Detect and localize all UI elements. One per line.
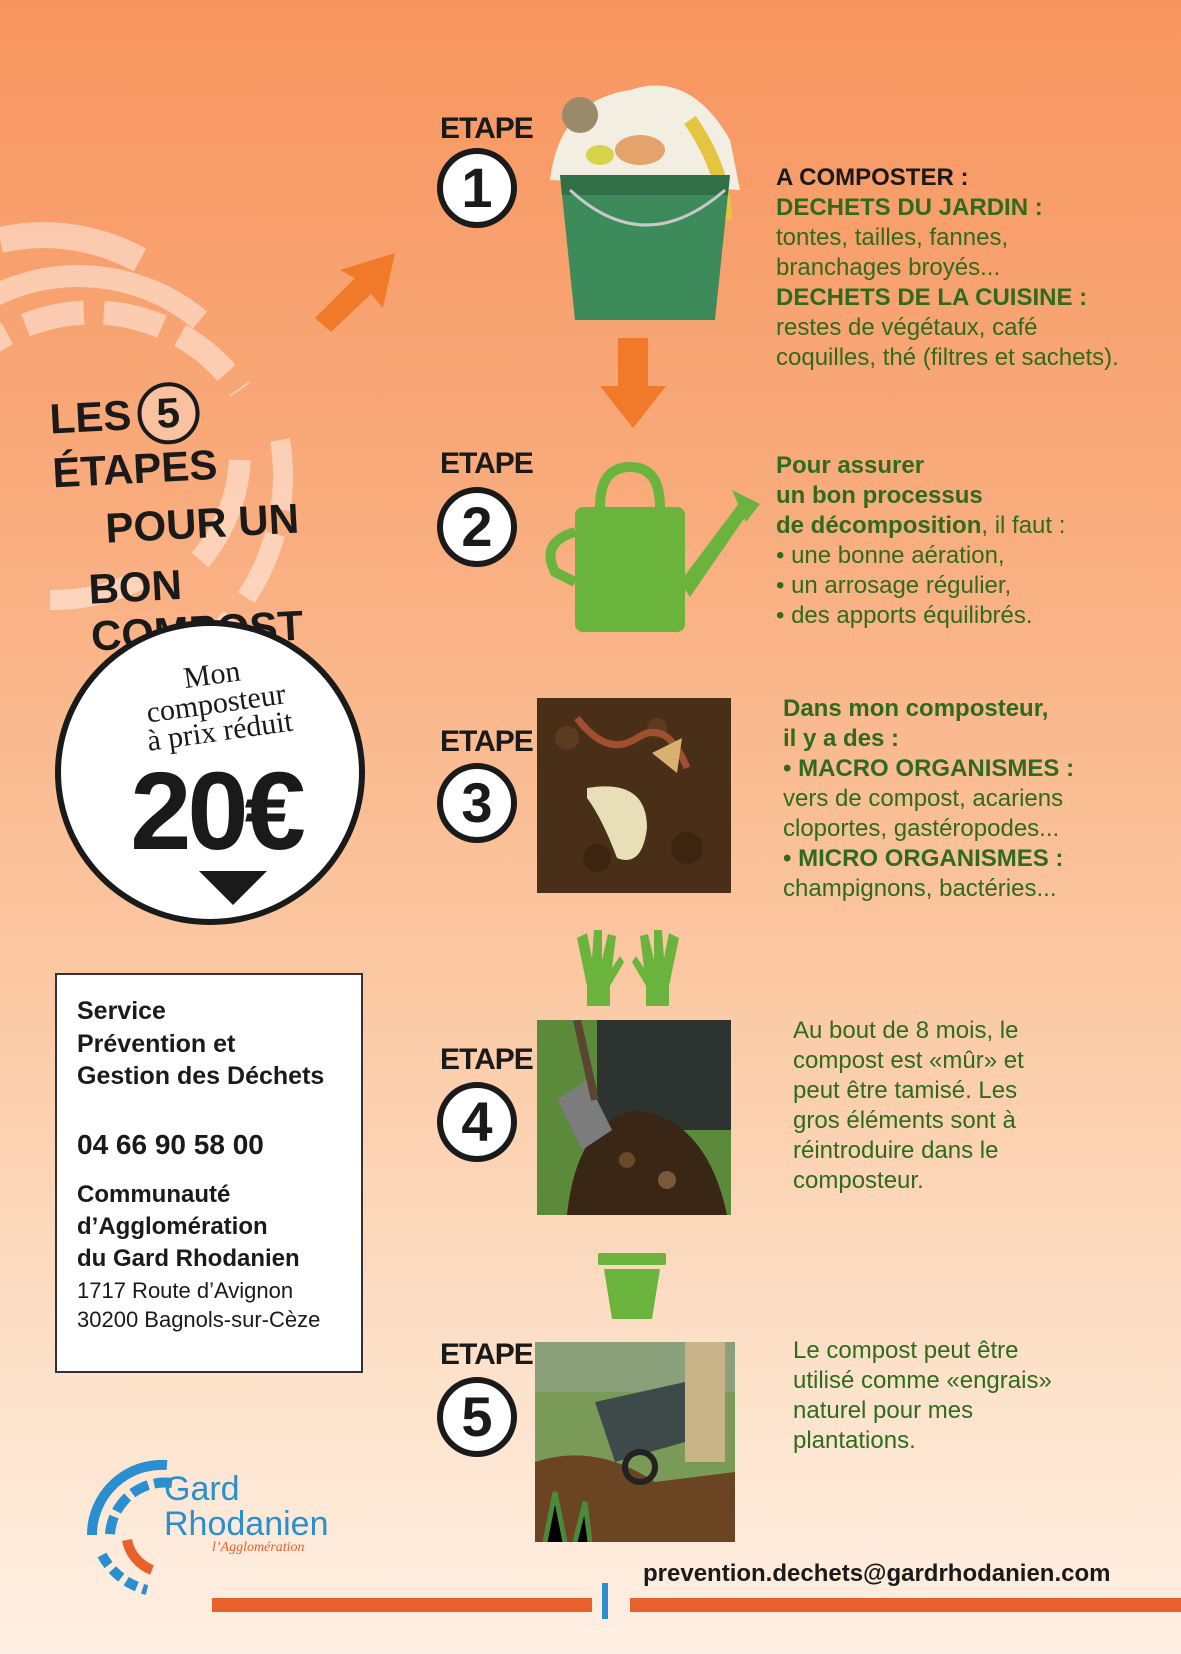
service-line: Gestion des Déchets [77,1062,325,1090]
step-2-line: • des apports équilibrés. [776,602,1033,629]
step-5-line: utilisé comme «engrais» [793,1367,1052,1394]
step-2-line: de décomposition [776,512,982,539]
step-1-line: A COMPOSTER : [776,164,969,191]
title-etapes: ÉTAPES [51,440,219,497]
step-3-number: 3 [437,763,517,843]
step-4-line: Au bout de 8 mois, le [793,1017,1019,1044]
arrow-up-right-icon [315,253,395,332]
logo-word-gard: Gard [164,1470,240,1508]
step-1-line: coquilles, thé (filtres et sachets). [776,344,1119,371]
step-5-line: plantations. [793,1427,916,1454]
phone-number: 04 66 90 58 00 [77,1128,264,1160]
step-5-label: ETAPE [440,1338,534,1371]
address-line: 1717 Route d’Avignon [77,1277,294,1303]
step-3-line: • MACRO ORGANISMES : [783,755,1075,782]
step-1-label: ETAPE [440,112,534,145]
step-4-line: peut être tamisé. Les [793,1077,1018,1104]
step-4-label: ETAPE [440,1043,534,1076]
step-2-label: ETAPE [440,447,534,480]
arrow-down-icon [600,338,666,428]
logo-tagline: l’Agglomération [212,1540,305,1555]
step-5-line: Le compost peut être [793,1337,1019,1364]
step-3-line: il y a des : [783,725,900,752]
price-caption: Mon composteur à prix réduit [96,645,336,762]
title-line2: POUR UN [104,494,301,552]
gard-rhodanien-logo: Gard Rhodanien l’Agglomération [86,1459,328,1595]
step-2-description: Pour assurer un bon processus de décompo… [776,451,1065,631]
step-1-description: A COMPOSTER : DECHETS DU JARDIN : tontes… [776,163,1119,373]
step-4-line: compost est «mûr» et [793,1047,1024,1074]
step-1-number: 1 [437,148,517,228]
step-2-number: 2 [437,487,517,567]
step-2-line: • un arrosage régulier, [776,572,1012,599]
step-5-description: Le compost peut être utilisé comme «engr… [793,1336,1052,1456]
step-4-number: 4 [437,1082,517,1162]
price-amount: 20€ [130,750,306,873]
gloves-icon [577,930,679,1006]
step-2-line: Pour assurer [776,452,925,479]
compost-shovel-photo [537,1020,731,1215]
step-1-line: restes de végétaux, café [776,314,1038,341]
contact-box: Service Prévention et Gestion des Déchet… [55,973,363,1373]
page-title: LES5ÉTAPES POUR UN BON COMPOST [48,372,382,661]
footer-divider [602,1583,608,1619]
service-name: Service Prévention et Gestion des Déchet… [77,995,341,1093]
step-1-line: DECHETS DU JARDIN : [776,194,1043,221]
wheelbarrow-garden-photo [535,1342,735,1542]
step-3-line: vers de compost, acariens [783,785,1064,812]
address: 1717 Route d’Avignon 30200 Bagnols-sur-C… [77,1276,341,1335]
organization-name: Communauté d’Agglomération du Gard Rhoda… [77,1179,341,1276]
step-4-line: réintroduire dans le [793,1137,999,1164]
step-2-line: , il faut : [981,512,1066,539]
title-les: LES [48,391,133,443]
footer-bar-left [212,1598,592,1612]
org-line: Communauté [77,1180,231,1208]
step-1-line: tontes, tailles, fannes, [776,224,1009,251]
step-4-description: Au bout de 8 mois, le compost est «mûr» … [793,1016,1024,1196]
price-badge: Mon composteur à prix réduit 20€ [55,620,365,925]
step-4-line: composteur. [793,1167,924,1194]
step-3-line: Dans mon composteur, [783,695,1049,722]
soil-worm-photo [537,698,731,893]
org-line: d’Agglomération [77,1212,268,1240]
org-line: du Gard Rhodanien [77,1245,300,1273]
contact-email[interactable]: prevention.dechets@gardrhodanien.com [643,1560,1110,1588]
flower-pot-icon [598,1253,666,1319]
step-3-description: Dans mon composteur, il y a des : • MACR… [783,694,1074,904]
step-4-line: gros éléments sont à [793,1107,1016,1134]
step-2-line: un bon processus [776,482,983,509]
step-3-label: ETAPE [440,725,534,758]
logo-word-rhodanien: Rhodanien [164,1505,328,1543]
service-line: Prévention et [77,1029,236,1058]
title-five-circle: 5 [135,380,201,446]
compost-bin-illustration [550,85,740,320]
watering-can-icon [545,462,760,632]
triangle-down-icon [199,871,267,905]
step-3-line: cloportes, gastéropodes... [783,815,1060,842]
footer-bar-right [630,1598,1181,1612]
step-3-line: champignons, bactéries... [783,875,1057,902]
step-3-line: • MICRO ORGANISMES : [783,845,1064,872]
step-2-line: • une bonne aération, [776,542,1005,569]
step-1-line: DECHETS DE LA CUISINE : [776,284,1088,311]
service-line: Service [77,997,166,1025]
step-5-number: 5 [437,1377,517,1457]
step-1-line: branchages broyés... [776,254,1001,281]
address-line: 30200 Bagnols-sur-Cèze [77,1307,321,1333]
step-5-line: naturel pour mes [793,1397,974,1424]
